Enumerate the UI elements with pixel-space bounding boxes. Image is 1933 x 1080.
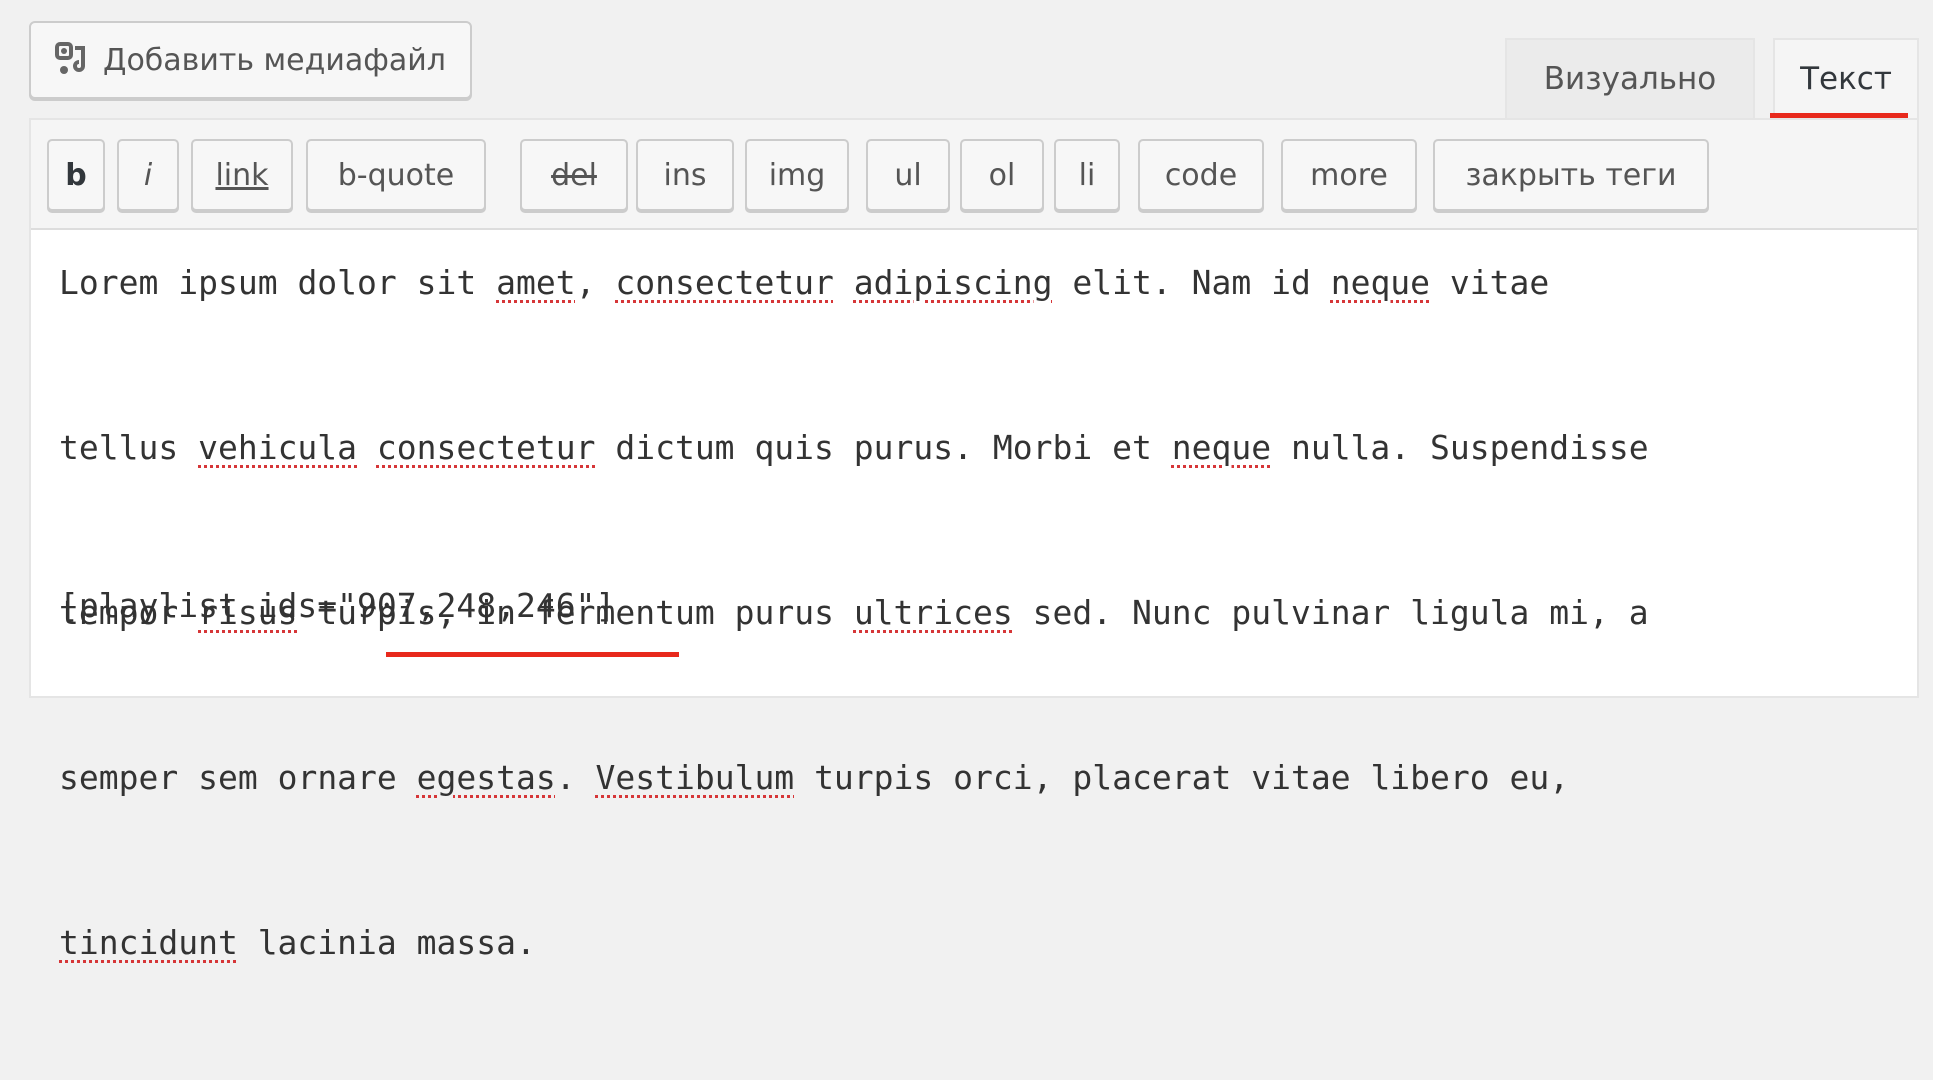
post-editor: Добавить медиафайл Визуально Текст b i l… [29,0,1919,962]
misspelled-word: neque [1330,263,1431,302]
misspelled-word: vehicula [198,428,358,467]
playlist-shortcode: [playlist ids="907,248,246"] [59,586,616,625]
shortcode-ids-highlight [386,652,679,657]
misspelled-word: consectetur [615,263,834,302]
media-add-icon [55,42,85,74]
content-line: tincidunt lacinia massa. [59,923,536,962]
misspelled-word: consectetur [376,428,596,467]
misspelled-word: tincidunt [59,923,238,962]
tab-text[interactable]: Текст [1773,38,1919,118]
content-line: tellus vehicula consectetur dictum quis … [59,428,1649,467]
misspelled-word: ultrices [853,593,1013,632]
misspelled-word: Vestibulum [595,758,795,797]
content-line: Lorem ipsum dolor sit amet, consectetur … [59,263,1550,302]
add-media-button[interactable]: Добавить медиафайл [29,21,472,99]
misspelled-word: adipiscing [853,263,1053,302]
misspelled-word: egestas [416,758,556,797]
misspelled-word: amet [496,263,576,302]
tab-visual[interactable]: Визуально [1505,38,1755,118]
content-line: semper sem ornare egestas. Vestibulum tu… [59,758,1570,797]
misspelled-word: neque [1171,428,1272,467]
add-media-label: Добавить медиафайл [103,42,446,78]
